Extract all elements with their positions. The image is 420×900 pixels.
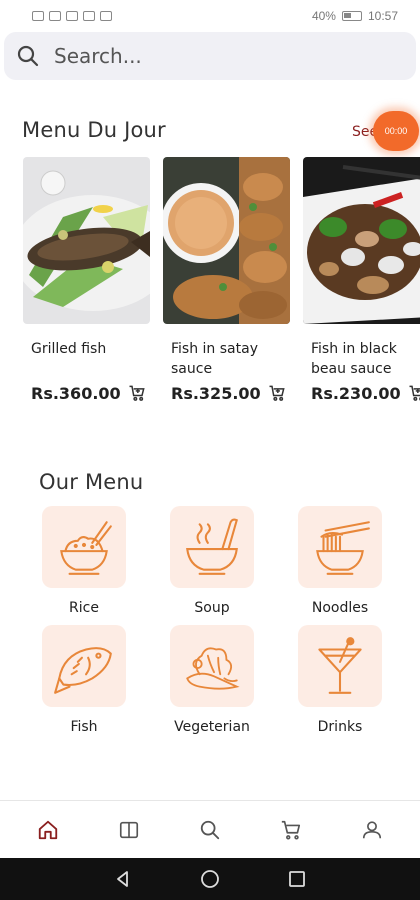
cocktail-icon: [318, 637, 362, 694]
menu-du-jour-title: Menu Du Jour: [22, 118, 166, 142]
dish-card[interactable]: Fish in black beau sauce Rs.230.00: [303, 157, 420, 403]
home-button-icon[interactable]: [200, 869, 220, 889]
clock: 10:57: [367, 9, 398, 23]
search-icon: [200, 820, 220, 839]
nav-home[interactable]: [28, 810, 68, 850]
dish-name: Grilled fish: [31, 341, 107, 357]
category-tile[interactable]: [42, 506, 126, 588]
category-tile[interactable]: [298, 625, 382, 707]
cart-icon: [281, 820, 300, 840]
sim-icon: [32, 11, 44, 21]
dish-name: Fish in black beau sauce: [311, 341, 397, 377]
category-label: Soup: [194, 600, 230, 616]
category-label: Drinks: [317, 719, 363, 735]
home-icon: [39, 820, 58, 839]
battery-percent: 40%: [311, 9, 336, 23]
category-label: Rice: [69, 600, 99, 616]
category-rice[interactable]: Rice: [42, 506, 126, 616]
dish-price: Rs.325.00: [171, 383, 261, 403]
our-menu-title: Our Menu: [39, 470, 144, 494]
soup-bowl-icon: [186, 518, 238, 575]
category-label: Fish: [70, 719, 98, 735]
bottom-nav: [0, 800, 420, 858]
system-nav-bar: [0, 858, 420, 900]
dish-card[interactable]: Fish in satay sauce Rs.325.00: [163, 157, 290, 403]
category-soup[interactable]: Soup: [170, 506, 254, 616]
category-drinks[interactable]: Drinks: [298, 625, 382, 735]
add-to-cart-icon[interactable]: [127, 383, 147, 403]
search-input[interactable]: [54, 44, 374, 68]
category-tile[interactable]: [298, 506, 382, 588]
profile-icon: [362, 820, 381, 838]
dish-image: [23, 157, 150, 324]
add-to-cart-icon[interactable]: [267, 383, 287, 403]
category-fish[interactable]: Fish: [42, 625, 126, 735]
category-tile[interactable]: [170, 625, 254, 707]
dish-name: Fish in satay sauce: [171, 341, 258, 377]
category-tile[interactable]: [42, 625, 126, 707]
menu-du-jour-carousel[interactable]: Grilled fish Rs.360.00 Fish in satay sau…: [23, 157, 420, 417]
vegetables-icon: [186, 647, 240, 690]
nav-menu[interactable]: [109, 810, 149, 850]
category-tile[interactable]: [170, 506, 254, 588]
rice-bowl-icon: [60, 521, 112, 575]
dish-card[interactable]: Grilled fish Rs.360.00: [23, 157, 150, 403]
search-icon: [17, 45, 39, 67]
recents-icon[interactable]: [287, 869, 307, 889]
category-vegeterian[interactable]: Vegeterian: [170, 625, 254, 735]
noodles-icon: [316, 521, 370, 575]
menu-book-icon: [120, 821, 139, 838]
timer-badge: 00:00: [373, 111, 419, 151]
status-bar: 40% 10:57: [0, 0, 420, 32]
category-label: Vegeterian: [174, 719, 250, 735]
category-label: Noodles: [311, 600, 369, 616]
notification-icons: [32, 11, 112, 21]
nav-cart[interactable]: [271, 810, 311, 850]
add-to-cart-icon[interactable]: [407, 383, 420, 403]
dish-image: [303, 157, 420, 324]
dish-price: Rs.230.00: [311, 383, 401, 403]
image-icon: [66, 11, 78, 21]
whatsapp-icon: [100, 11, 112, 21]
nav-search[interactable]: [190, 810, 230, 850]
search-bar[interactable]: [4, 32, 416, 80]
back-icon[interactable]: [113, 869, 133, 889]
category-noodles[interactable]: Noodles: [298, 506, 382, 616]
nav-profile[interactable]: [352, 810, 392, 850]
dish-price: Rs.360.00: [31, 383, 121, 403]
fish-icon: [54, 647, 112, 694]
battery-icon: [341, 11, 362, 21]
dish-image: [163, 157, 290, 324]
wifi-icon: [49, 11, 61, 21]
youtube-icon: [83, 11, 95, 21]
